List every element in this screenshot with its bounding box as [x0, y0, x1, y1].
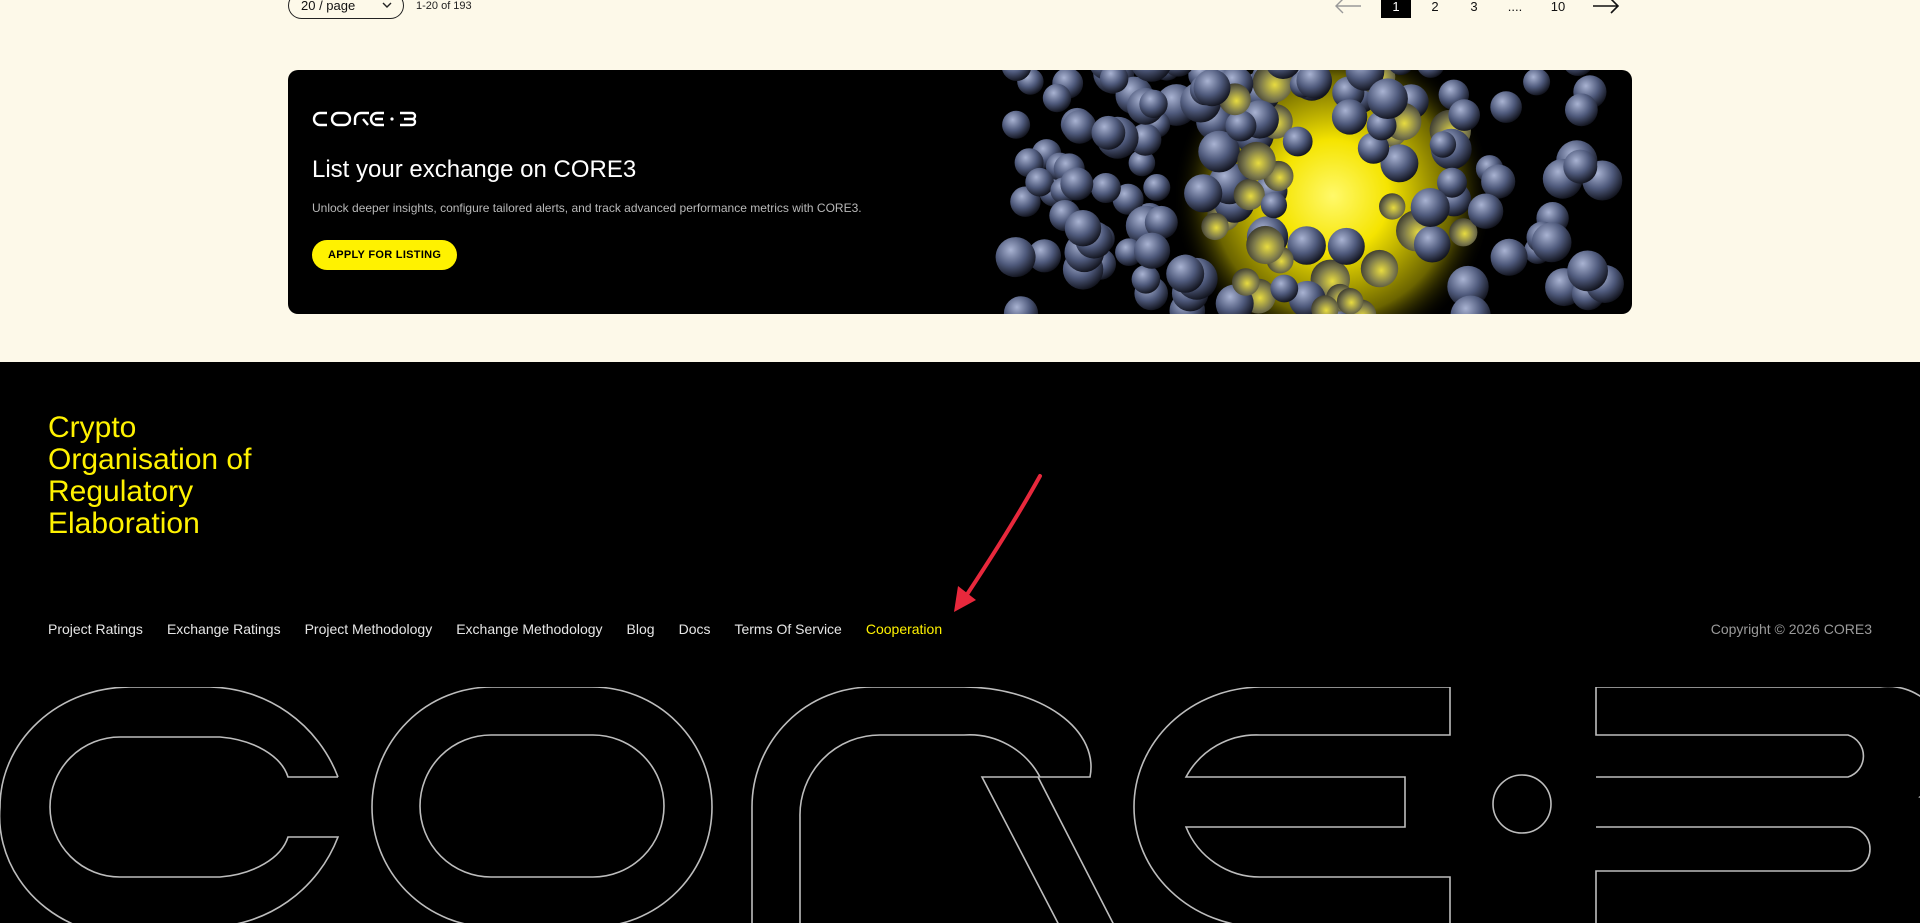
page-size-select[interactable]: 20 / page	[288, 0, 404, 19]
sphere	[1565, 70, 1591, 76]
sphere	[1042, 83, 1072, 113]
footer-link-cooperation[interactable]: Cooperation	[866, 621, 942, 637]
footer-tagline: Crypto Organisation of Regulatory Elabor…	[48, 411, 252, 540]
sphere	[1003, 296, 1039, 314]
chevron-down-icon	[382, 2, 392, 8]
banner-description: Unlock deeper insights, configure tailor…	[312, 201, 862, 215]
page-size-value: 20 / page	[301, 0, 356, 13]
sphere	[1139, 89, 1168, 119]
banner-title: List your exchange on CORE3	[312, 156, 637, 183]
core3-logo	[312, 111, 417, 127]
sphere	[1233, 179, 1265, 211]
sphere	[1467, 193, 1504, 229]
sphere	[1563, 149, 1598, 184]
copyright: Copyright © 2026 CORE3	[1710, 621, 1872, 637]
arrow-left-icon[interactable]	[1334, 0, 1362, 14]
footer-link-docs[interactable]: Docs	[679, 621, 711, 637]
pagination-range: 1-20 of 193	[416, 0, 472, 12]
sphere	[1166, 254, 1205, 293]
sphere	[1490, 91, 1522, 123]
sphere	[1448, 99, 1480, 131]
arrow-right-icon[interactable]	[1592, 0, 1620, 14]
footer-link-exchange-ratings[interactable]: Exchange Ratings	[167, 621, 281, 637]
page-button-10[interactable]: 10	[1543, 0, 1573, 18]
footer-link-project-methodology[interactable]: Project Methodology	[305, 621, 433, 637]
footer: Crypto Organisation of Regulatory Elabor…	[0, 362, 1920, 923]
sphere	[1062, 110, 1097, 144]
sphere	[1531, 222, 1572, 263]
sphere	[1490, 238, 1528, 276]
sphere	[995, 237, 1036, 278]
sphere	[1331, 99, 1368, 135]
sphere	[1225, 110, 1257, 142]
sphere	[1379, 193, 1406, 220]
listing-banner: List your exchange on CORE3 Unlock deepe…	[288, 70, 1632, 314]
core3-outline-logo	[0, 687, 1920, 923]
sphere	[1246, 225, 1285, 265]
sphere	[1131, 265, 1161, 294]
sphere	[1133, 232, 1171, 269]
sphere	[1143, 174, 1171, 201]
page: 20 / page 1-20 of 193 1 2 3 .... 10 List…	[0, 0, 1920, 923]
sphere	[1429, 131, 1457, 158]
footer-link-blog[interactable]: Blog	[627, 621, 655, 637]
sphere	[1025, 167, 1054, 197]
page-ellipsis: ....	[1507, 0, 1523, 14]
apply-for-listing-button[interactable]: APPLY FOR LISTING	[312, 240, 458, 270]
spheres-illustration	[995, 70, 1624, 314]
sphere	[1232, 268, 1260, 296]
footer-link-exchange-methodology[interactable]: Exchange Methodology	[456, 621, 602, 637]
footer-link-terms-of-service[interactable]: Terms Of Service	[734, 621, 841, 637]
sphere	[1064, 210, 1102, 247]
sphere	[1367, 78, 1408, 119]
page-button-2[interactable]: 2	[1420, 0, 1450, 18]
sphere	[1270, 274, 1299, 303]
sphere	[1184, 174, 1223, 213]
page-button-3[interactable]: 3	[1459, 0, 1489, 18]
sphere	[1336, 288, 1364, 314]
footer-nav: Project Ratings Exchange Ratings Project…	[48, 621, 966, 637]
sphere	[1282, 126, 1313, 157]
sphere	[1193, 70, 1231, 107]
sphere	[1523, 70, 1551, 96]
sphere	[1260, 192, 1287, 219]
footer-link-project-ratings[interactable]: Project Ratings	[48, 621, 143, 637]
sphere	[1327, 227, 1365, 265]
sphere	[1090, 173, 1121, 203]
sphere	[1237, 141, 1276, 181]
sphere	[1410, 188, 1450, 227]
sphere	[1481, 164, 1516, 199]
sphere	[1060, 167, 1094, 201]
page-button-1[interactable]: 1	[1381, 0, 1411, 18]
sphere	[1567, 250, 1608, 292]
sphere	[1091, 115, 1126, 150]
sphere	[1360, 249, 1399, 288]
sphere	[1201, 212, 1229, 241]
sphere	[1413, 225, 1451, 263]
sphere	[1002, 110, 1031, 139]
sphere	[1565, 93, 1598, 127]
